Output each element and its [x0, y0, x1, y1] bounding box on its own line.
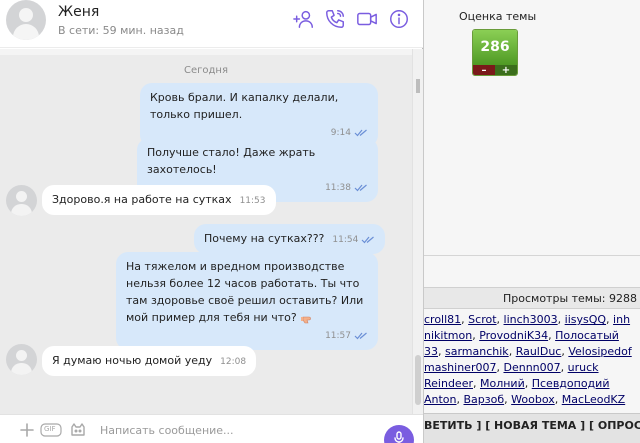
- forum-actions: ВЕТИТЬ ] [ НОВАЯ ТЕМА ] [ ОПРОС ]: [424, 413, 640, 443]
- scroll-marker: [416, 79, 420, 93]
- message-text: Я думаю ночью домой уеду: [52, 354, 213, 367]
- poll-link[interactable]: [ ОПРОС ]: [589, 419, 640, 432]
- rating-value: 286: [473, 30, 517, 65]
- rating-label: Оценка темы: [459, 10, 537, 23]
- separator: ,: [456, 393, 464, 406]
- user-link[interactable]: Dennn007: [503, 361, 560, 374]
- message-time: 11:53: [239, 196, 266, 206]
- user-link[interactable]: Velosipedof: [568, 345, 631, 358]
- user-link[interactable]: 33: [424, 345, 438, 358]
- add-contact-icon[interactable]: [293, 8, 315, 30]
- user-link[interactable]: Reindeer: [424, 377, 473, 390]
- message-bubble-outgoing[interactable]: На тяжелом и вредном производстве нельзя…: [116, 252, 378, 350]
- message-time: 11:57: [325, 331, 351, 341]
- user-link[interactable]: Молний: [480, 377, 525, 390]
- message-meta: 11:54: [332, 232, 375, 249]
- message-text: Здорово.я на работе на сутках: [52, 193, 232, 206]
- info-icon[interactable]: [388, 8, 410, 30]
- user-link[interactable]: nikitmon: [424, 329, 472, 342]
- user-link[interactable]: Полосатый: [555, 329, 619, 342]
- divider: [424, 255, 640, 256]
- separator: ,: [606, 313, 614, 326]
- message-time: 11:38: [325, 183, 351, 193]
- separator: ,: [496, 313, 504, 326]
- contact-name[interactable]: Женя: [58, 4, 99, 20]
- plus-icon[interactable]: [18, 421, 36, 439]
- rate-down-button[interactable]: –: [473, 65, 495, 75]
- message-time: 9:14: [330, 128, 351, 138]
- sticker-icon[interactable]: [69, 421, 87, 439]
- user-link[interactable]: mashiner007: [424, 361, 496, 374]
- rating-buttons: – +: [473, 65, 517, 75]
- separator: ,: [554, 393, 562, 406]
- message-bubble-incoming[interactable]: Здорово.я на работе на сутках 11:53: [42, 185, 276, 215]
- users-line: Reindeer, Молний, Псевдоподий: [424, 376, 640, 392]
- message-bubble-incoming[interactable]: Я думаю ночью домой уеду 12:08: [42, 346, 257, 376]
- reply-link[interactable]: ВЕТИТЬ ]: [424, 419, 481, 432]
- views-bar: Просмотры темы: 9288: [424, 287, 640, 309]
- message-input[interactable]: [100, 418, 370, 442]
- separator: ,: [524, 377, 532, 390]
- user-link[interactable]: sarmanchik: [445, 345, 509, 358]
- user-link[interactable]: RaulDuc: [516, 345, 562, 358]
- date-separator: Сегодня: [184, 65, 228, 76]
- user-link[interactable]: inh: [613, 313, 630, 326]
- message-text: На тяжелом и вредном производстве нельзя…: [126, 260, 364, 324]
- new-topic-link[interactable]: [ НОВАЯ ТЕМА ]: [485, 419, 585, 432]
- gif-icon[interactable]: GIF: [40, 421, 62, 439]
- users-line: nikitmon, ProvodniK34, Полосатый: [424, 328, 640, 344]
- contact-status: В сети: 59 мин. назад: [58, 24, 184, 37]
- video-call-icon[interactable]: [356, 8, 378, 30]
- user-link[interactable]: Псевдоподий: [532, 377, 610, 390]
- message-meta: 11:57: [126, 328, 368, 345]
- message-time: 12:08: [220, 357, 247, 367]
- users-line: mashiner007, Dennn007, uruck: [424, 360, 640, 376]
- contact-avatar[interactable]: [6, 344, 37, 375]
- scroll-thumb[interactable]: [415, 355, 421, 405]
- composer: GIF: [0, 414, 423, 443]
- message-time: 11:54: [332, 235, 359, 245]
- read-ticks-icon: [361, 236, 375, 243]
- separator: ,: [438, 345, 445, 358]
- separator: ,: [472, 377, 480, 390]
- message-bubble-outgoing[interactable]: Почему на сутках??? 11:54: [194, 224, 386, 254]
- user-link[interactable]: Woobox: [511, 393, 555, 406]
- gif-label: GIF: [44, 425, 56, 433]
- user-link[interactable]: Варзоб: [464, 393, 505, 406]
- user-link[interactable]: linch3003: [504, 313, 558, 326]
- scrollbar[interactable]: [412, 49, 423, 414]
- users-list: croll81, Scrot, linch3003, iisysQQ, inh n…: [424, 312, 640, 408]
- separator: ,: [557, 313, 565, 326]
- avatar[interactable]: [6, 0, 46, 40]
- contact-avatar[interactable]: [6, 185, 37, 216]
- user-link[interactable]: croll81: [424, 313, 461, 326]
- user-link[interactable]: uruck: [568, 361, 599, 374]
- views-count: Просмотры темы: 9288: [503, 292, 637, 305]
- users-line: croll81, Scrot, linch3003, iisysQQ, inh: [424, 312, 640, 328]
- forum-panel: Оценка темы 286 – + Просмотры темы: 9288…: [423, 0, 640, 443]
- user-link[interactable]: ProvodniK34: [479, 329, 548, 342]
- message-text: Получше стало! Даже жрать захотелось!: [147, 146, 316, 176]
- read-ticks-icon: [354, 129, 367, 136]
- chat-header: Женя В сети: 59 мин. назад: [0, 0, 423, 48]
- users-line: 33, sarmanchik, RaulDuc, Velosipedof: [424, 344, 640, 360]
- user-link[interactable]: Scrot: [468, 313, 496, 326]
- read-ticks-icon: [354, 332, 367, 339]
- chat-window: Женя В сети: 59 мин. назад Сегодня Кровь…: [0, 0, 423, 443]
- read-ticks-icon: [354, 184, 367, 191]
- message-text: Почему на сутках???: [204, 232, 325, 245]
- user-link[interactable]: MacLeodKZ: [562, 393, 625, 406]
- separator: ,: [508, 345, 516, 358]
- user-link[interactable]: iisysQQ: [565, 313, 606, 326]
- rating-widget: 286 – +: [472, 29, 518, 76]
- rate-up-button[interactable]: +: [495, 65, 517, 75]
- separator: ,: [560, 361, 568, 374]
- phone-call-icon[interactable]: [324, 8, 346, 30]
- message-text: Кровь брали. И капалку делали, только пр…: [150, 91, 339, 121]
- users-line: Anton, Варзоб, Woobox, MacLeodKZ: [424, 392, 640, 408]
- point-finger-icon: [300, 312, 312, 324]
- user-link[interactable]: Anton: [424, 393, 457, 406]
